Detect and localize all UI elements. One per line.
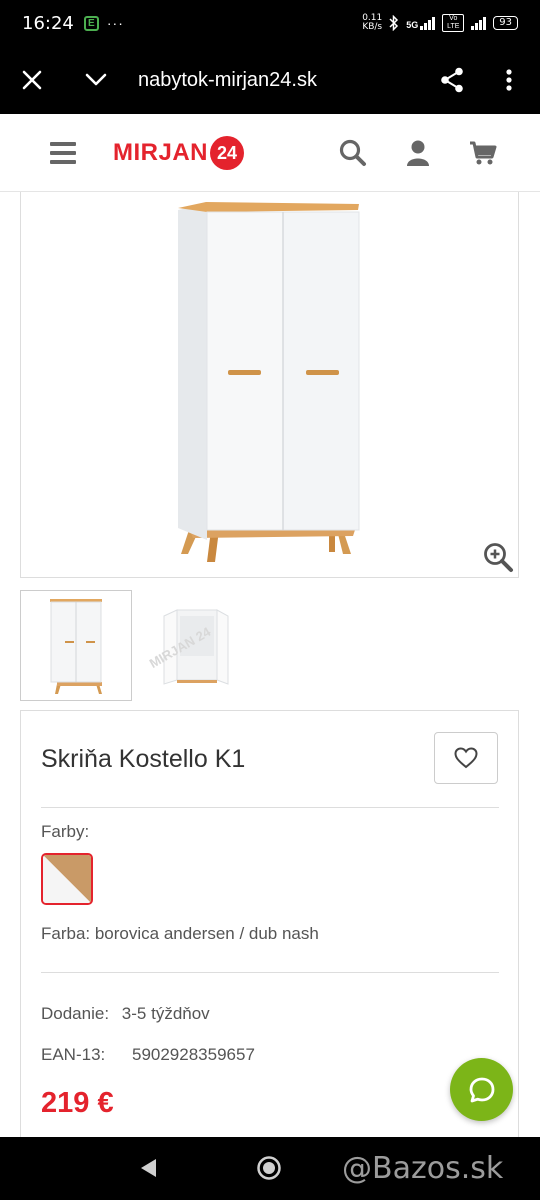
menu-icon[interactable] — [50, 142, 76, 164]
battery-icon: 93 — [493, 16, 518, 30]
ean-row: EAN-13: 5902928359657 — [41, 1045, 255, 1065]
logo-badge: 24 — [210, 136, 245, 170]
close-icon — [22, 70, 42, 90]
share-icon — [441, 67, 463, 93]
status-bar: 16:24 E ··· 0.11 KB/s 5G Vo LTE 93 — [0, 0, 540, 46]
site-header: MIRJAN 24 — [0, 114, 540, 192]
browser-toolbar: nabytok-mirjan24.sk — [0, 46, 540, 114]
status-indicators: 0.11 KB/s 5G Vo LTE 93 — [362, 14, 518, 32]
color-swatch[interactable] — [41, 853, 93, 905]
bazos-watermark: @Bazos.sk — [342, 1151, 504, 1186]
back-icon[interactable] — [138, 1157, 158, 1179]
colors-label: Farby: — [41, 822, 90, 841]
product-info-card: Skriňa Kostello K1 Farby: Farba: borovic… — [20, 710, 519, 1140]
mobile-signal: 5G — [406, 16, 436, 30]
color-swatch-image — [43, 855, 91, 903]
collapse-button[interactable] — [74, 58, 118, 102]
signal-icon — [420, 16, 436, 30]
wardrobe-thumbnail — [50, 599, 102, 694]
user-icon[interactable] — [403, 138, 433, 168]
chat-button[interactable] — [450, 1058, 513, 1121]
url-bar[interactable]: nabytok-mirjan24.sk — [138, 69, 317, 92]
chevron-down-icon — [85, 73, 107, 86]
network-speed: 0.11 KB/s — [362, 14, 382, 32]
share-button[interactable] — [430, 58, 474, 102]
status-time: 16:24 — [22, 12, 74, 34]
heart-icon — [454, 747, 478, 769]
close-tab-button[interactable] — [10, 58, 54, 102]
app-notification-icon: E — [83, 15, 99, 31]
site-logo[interactable]: MIRJAN 24 — [113, 136, 245, 170]
signal-icon-2 — [471, 16, 487, 30]
network-speed-unit: KB/s — [362, 22, 383, 32]
volte-icon: Vo LTE — [442, 14, 465, 32]
ean-label: EAN-13: — [41, 1045, 106, 1064]
wishlist-button[interactable] — [434, 732, 498, 784]
product-title: Skriňa Kostello K1 — [41, 745, 246, 773]
logo-text: MIRJAN — [113, 139, 209, 166]
home-icon[interactable] — [256, 1155, 282, 1181]
main-product-image[interactable] — [20, 192, 519, 578]
delivery-label: Dodanie: — [41, 1004, 110, 1023]
divider — [41, 972, 499, 973]
system-navigation-bar: @Bazos.sk — [0, 1137, 540, 1200]
more-vert-icon — [506, 69, 512, 91]
selected-color-text: Farba: borovica andersen / dub nash — [41, 924, 319, 943]
product-price: 219 € — [41, 1087, 114, 1119]
delivery-value: 3-5 týždňov — [121, 1004, 210, 1023]
ean-value: 5902928359657 — [131, 1045, 255, 1064]
delivery-row: Dodanie: 3-5 týždňov — [41, 1004, 210, 1024]
more-notifications-icon: ··· — [106, 15, 124, 31]
zoom-in-icon[interactable] — [482, 541, 514, 573]
product-thumbnail-1[interactable] — [20, 590, 132, 701]
search-icon[interactable] — [338, 138, 368, 168]
network-type: 5G — [406, 19, 419, 30]
bluetooth-icon — [389, 15, 399, 31]
product-thumbnail-2[interactable]: MIRJAN 24 — [140, 596, 252, 696]
cart-icon[interactable] — [468, 138, 498, 168]
chat-icon — [469, 1077, 494, 1102]
more-options-button[interactable] — [487, 58, 531, 102]
wardrobe-illustration — [178, 202, 360, 562]
divider — [41, 807, 499, 808]
